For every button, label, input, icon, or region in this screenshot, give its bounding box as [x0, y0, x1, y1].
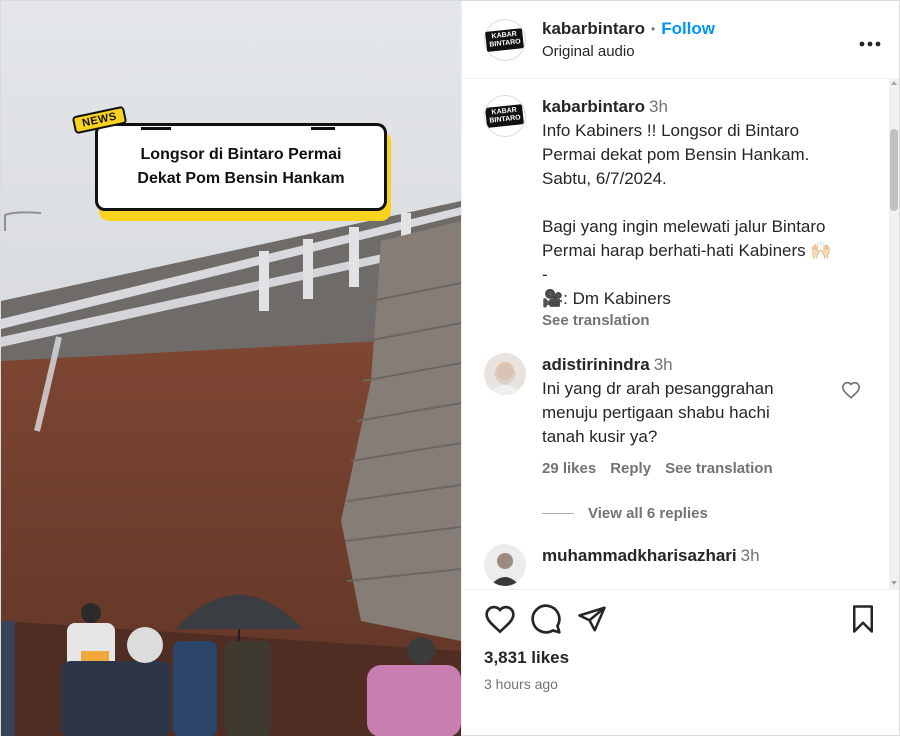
comment-time[interactable]: 3h	[741, 546, 760, 565]
comment-icon[interactable]	[530, 603, 562, 640]
caption-line: Info Kabiners !! Longsor di Bintaro	[542, 121, 800, 140]
heart-icon[interactable]	[484, 604, 516, 639]
post-actions-area: 3,831 likes 3 hours ago	[462, 589, 899, 736]
caption-line: Permai harap berhati-hati Kabiners 🙌🏻	[542, 241, 832, 260]
comment-username[interactable]: muhammadkharisazhari	[542, 546, 737, 565]
user-avatar-image	[484, 544, 526, 586]
comment-line: tanah kusir ya?	[542, 427, 658, 446]
headline-line-2: Dekat Pom Bensin Hankam	[137, 170, 345, 187]
separator-dot: •	[650, 22, 656, 36]
comment-meta: 29 likes Reply See translation	[542, 457, 861, 481]
caption-body: kabarbintaro 3h Info Kabiners !! Longsor …	[542, 95, 861, 331]
comment-username[interactable]: adistirinindra	[542, 355, 650, 374]
follow-button[interactable]: Follow	[661, 19, 715, 39]
post-timestamp[interactable]: 3 hours ago	[484, 676, 877, 692]
post-video[interactable]: NEWS Longsor di Bintaro Permai Dekat Pom…	[1, 1, 461, 736]
kabarbintaro-logo: KABAR BINTARO	[485, 104, 525, 128]
comment-body: adistirinindra 3h Ini yang dr arah pesang…	[542, 353, 861, 481]
share-icon[interactable]	[576, 604, 608, 639]
like-comment-heart-icon[interactable]	[841, 381, 861, 406]
logo-text-bottom: BINTARO	[489, 114, 522, 125]
post-side-panel: KABAR BINTARO kabarbintaro • Follow Orig…	[461, 1, 899, 736]
header-title-line: kabarbintaro • Follow	[542, 19, 859, 39]
comments-list[interactable]: KABAR BINTARO kabarbintaro 3h Info Kabine…	[462, 79, 899, 589]
comment-time[interactable]: 3h	[654, 355, 673, 374]
comment-body: muhammadkharisazhari 3h	[542, 544, 861, 568]
headline-line-1: Longsor di Bintaro Permai	[140, 146, 342, 163]
view-replies-label: View all 6 replies	[588, 505, 708, 522]
comment: muhammadkharisazhari 3h	[484, 544, 861, 586]
post-dialog: NEWS Longsor di Bintaro Permai Dekat Pom…	[0, 0, 900, 736]
comment-text: adistirinindra 3h Ini yang dr arah pesang…	[542, 353, 833, 449]
comment-author-line: muhammadkharisazhari 3h	[542, 544, 861, 568]
scroll-down-icon[interactable]	[891, 581, 897, 585]
bookmark-icon[interactable]	[849, 604, 877, 639]
original-audio-link[interactable]: Original audio	[542, 43, 859, 60]
user-avatar-image	[484, 353, 526, 395]
caption-line	[542, 191, 861, 215]
kabarbintaro-logo: KABAR BINTARO	[485, 27, 525, 52]
post-header: KABAR BINTARO kabarbintaro • Follow Orig…	[462, 1, 899, 79]
comment-author-line: adistirinindra 3h	[542, 353, 833, 377]
caption-author-line: kabarbintaro 3h	[542, 95, 861, 119]
comment-line: menuju pertigaan shabu hachi	[542, 403, 770, 422]
more-horizontal-icon[interactable]	[859, 27, 881, 53]
caption-time[interactable]: 3h	[649, 97, 668, 116]
scroll-up-icon[interactable]	[891, 81, 897, 85]
caption: KABAR BINTARO kabarbintaro 3h Info Kabine…	[484, 95, 861, 331]
caption-line: Permai dekat pom Bensin Hankam.	[542, 145, 810, 164]
caption-username[interactable]: kabarbintaro	[542, 97, 645, 116]
news-headline-card: Longsor di Bintaro Permai Dekat Pom Bens…	[95, 123, 391, 221]
see-translation-link[interactable]: See translation	[542, 311, 861, 331]
reply-button[interactable]: Reply	[610, 457, 651, 481]
see-translation-link[interactable]: See translation	[665, 457, 773, 481]
avatar[interactable]: KABAR BINTARO	[484, 18, 526, 61]
comment-row: adistirinindra 3h Ini yang dr arah pesang…	[542, 353, 861, 449]
action-bar	[484, 600, 877, 642]
caption-line: Bagi yang ingin melewati jalur Bintaro	[542, 217, 826, 236]
caption-line: Sabtu, 6/7/2024.	[542, 169, 667, 188]
avatar[interactable]	[484, 544, 526, 586]
caption-line: -	[542, 265, 548, 284]
header-text: kabarbintaro • Follow Original audio	[542, 19, 859, 60]
view-replies-button[interactable]: View all 6 replies	[542, 505, 861, 522]
caption-line: 🎥: Dm Kabiners	[542, 289, 671, 308]
headline-card-body: Longsor di Bintaro Permai Dekat Pom Bens…	[95, 123, 387, 211]
decor-dash	[141, 127, 171, 130]
scrollbar[interactable]	[889, 79, 899, 589]
comment-likes[interactable]: 29 likes	[542, 457, 596, 481]
scrollbar-thumb[interactable]	[890, 129, 898, 211]
avatar[interactable]	[484, 353, 526, 395]
replies-divider	[542, 513, 574, 514]
avatar[interactable]: KABAR BINTARO	[484, 95, 526, 137]
decor-dash	[311, 127, 335, 130]
header-username[interactable]: kabarbintaro	[542, 19, 645, 39]
landslide-scene-image	[1, 1, 461, 736]
post-likes-count[interactable]: 3,831 likes	[484, 648, 877, 668]
comment: adistirinindra 3h Ini yang dr arah pesang…	[484, 353, 861, 481]
comment-line: Ini yang dr arah pesanggrahan	[542, 379, 774, 398]
